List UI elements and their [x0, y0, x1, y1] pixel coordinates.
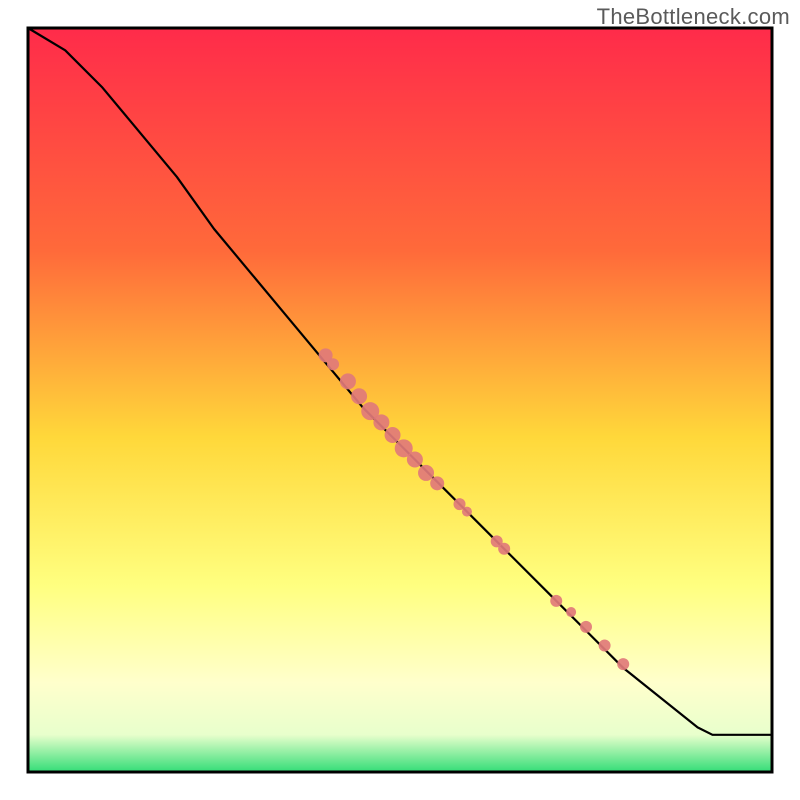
data-point	[498, 543, 510, 555]
watermark-text: TheBottleneck.com	[597, 4, 790, 30]
data-point	[550, 595, 562, 607]
chart-container: TheBottleneck.com	[0, 0, 800, 800]
data-point	[617, 658, 629, 670]
data-point	[418, 465, 434, 481]
data-point	[351, 388, 367, 404]
data-point	[430, 476, 444, 490]
data-point	[566, 607, 576, 617]
plot-background	[28, 28, 772, 772]
data-point	[462, 507, 472, 517]
data-point	[340, 373, 356, 389]
data-point	[373, 414, 389, 430]
data-point	[327, 358, 339, 370]
data-point	[385, 427, 401, 443]
data-point	[580, 621, 592, 633]
data-point	[599, 640, 611, 652]
data-point	[407, 452, 423, 468]
bottleneck-chart	[0, 0, 800, 800]
